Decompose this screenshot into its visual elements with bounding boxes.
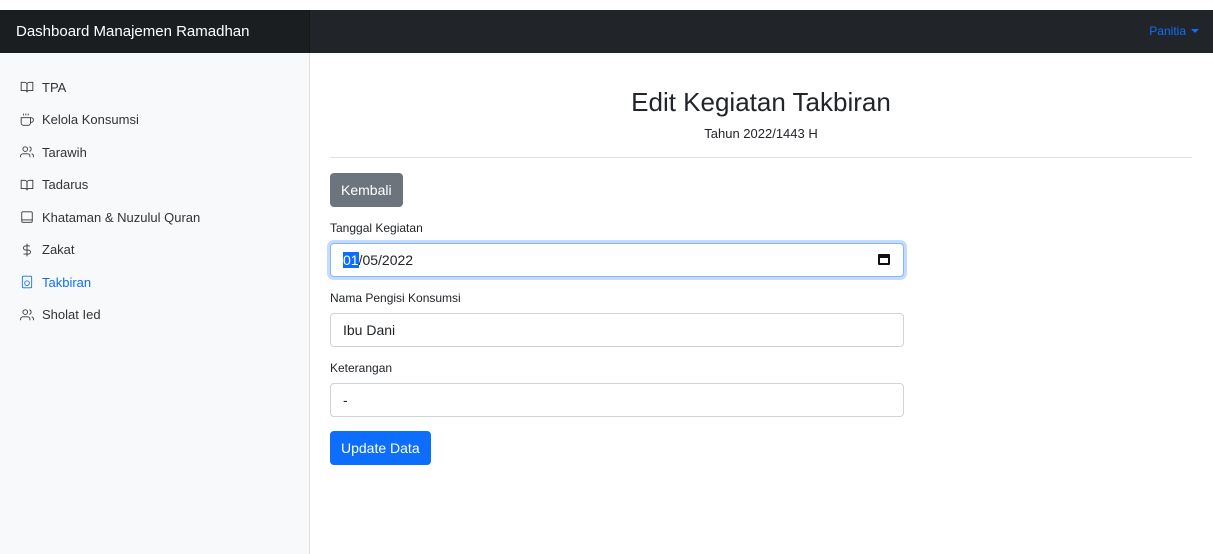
sidebar-item-label: Tarawih [42,144,87,160]
speaker-icon [20,275,34,289]
sidebar-item-label: Khataman & Nuzulul Quran [42,209,201,225]
sidebar-item-kelola-konsumsi[interactable]: Kelola Konsumsi [0,104,310,137]
sidebar-item-label: Sholat Ied [42,307,101,323]
sidebar-item-label: Kelola Konsumsi [42,112,139,128]
dollar-sign-icon [20,243,34,257]
sidebar-item-label: Tadarus [42,177,89,193]
user-dropdown-toggle[interactable]: Panitia [1149,10,1199,53]
keterangan-field-label: Keterangan [330,361,393,375]
date-rest-segment[interactable]: /05/2022 [359,252,414,268]
sidebar-item-tpa[interactable]: TPA [0,71,310,104]
sidebar-item-takbiran[interactable]: Takbiran [0,266,310,299]
caret-down-icon [1191,29,1199,33]
sidebar-item-label: Takbiran [42,274,92,290]
book-open-icon [20,178,34,192]
nama-pengisi-input[interactable]: Ibu Dani [330,313,904,347]
update-data-button[interactable]: Update Data [330,431,431,465]
navbar-brand[interactable]: Dashboard Manajemen Ramadhan [0,10,310,53]
square-icon [20,210,34,224]
sidebar-item-zakat[interactable]: Zakat [0,234,310,267]
book-open-icon [20,80,34,94]
divider [330,157,1192,158]
coffee-icon [20,113,34,127]
sidebar-item-tadarus[interactable]: Tadarus [0,169,310,202]
user-menu-label: Panitia [1149,24,1186,38]
date-field-label: Tanggal Kegiatan [330,221,423,235]
date-day-segment[interactable]: 01 [343,252,359,268]
page-subtitle: Tahun 2022/1443 H [704,126,818,141]
sidebar: TPA Kelola Konsumsi Tarawih Tadarus Khat… [0,53,310,554]
calendar-icon[interactable] [878,254,890,265]
main-content: Edit Kegiatan Takbiran Tahun 2022/1443 H… [330,53,1192,465]
sidebar-item-label: Zakat [42,242,75,258]
top-navbar: Dashboard Manajemen Ramadhan Panitia [0,10,1213,53]
back-button[interactable]: Kembali [330,173,403,207]
date-input[interactable]: 01/05/2022 [330,243,904,277]
sidebar-item-khataman[interactable]: Khataman & Nuzulul Quran [0,201,310,234]
users-icon [20,145,34,159]
date-field-wrapper: 01/05/2022 [330,243,904,277]
page-title: Edit Kegiatan Takbiran [631,87,891,117]
sidebar-item-tarawih[interactable]: Tarawih [0,136,310,169]
users-icon [20,308,34,322]
sidebar-item-label: TPA [42,79,67,95]
keterangan-input[interactable]: - [330,383,904,417]
sidebar-item-sholat-ied[interactable]: Sholat Ied [0,299,310,332]
nama-field-label: Nama Pengisi Konsumsi [330,291,461,305]
